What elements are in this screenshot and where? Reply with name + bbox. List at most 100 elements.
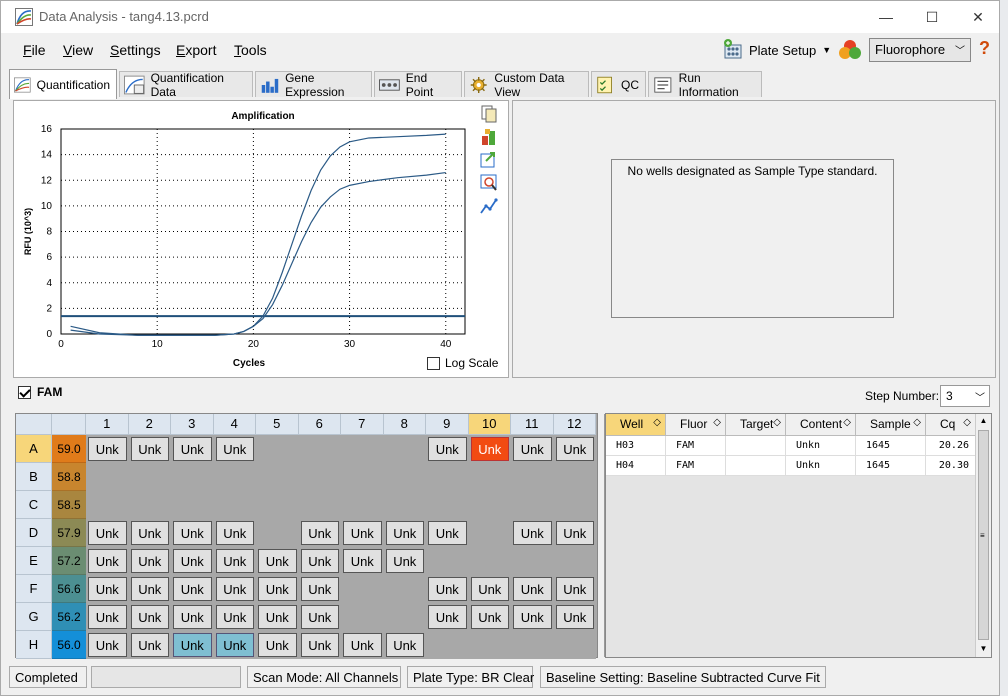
well-B9[interactable] <box>426 463 469 491</box>
well-G3[interactable]: Unk <box>171 603 214 631</box>
well-B4[interactable] <box>213 463 256 491</box>
well-H12[interactable] <box>553 631 596 659</box>
well-H4[interactable]: Unk <box>213 631 256 659</box>
well-E8[interactable]: Unk <box>383 547 426 575</box>
well-H6[interactable]: Unk <box>298 631 341 659</box>
well-G6[interactable]: Unk <box>298 603 341 631</box>
well-H9[interactable] <box>426 631 469 659</box>
menu-export[interactable]: Export <box>176 42 216 58</box>
well-D10[interactable] <box>468 519 511 547</box>
well-B7[interactable] <box>341 463 384 491</box>
zoom-chart-icon[interactable] <box>480 174 498 192</box>
well-C9[interactable] <box>426 491 469 519</box>
well-C3[interactable] <box>171 491 214 519</box>
well-G9[interactable]: Unk <box>426 603 469 631</box>
splitter[interactable] <box>599 414 605 657</box>
well-A7[interactable] <box>341 435 384 463</box>
well-F11[interactable]: Unk <box>511 575 554 603</box>
tab-run-information[interactable]: Run Information <box>648 71 762 99</box>
column-header-sample[interactable]: Sample ◇ <box>856 414 926 436</box>
well-F12[interactable]: Unk <box>553 575 596 603</box>
minimize-button[interactable]: — <box>863 5 909 29</box>
step-number-select[interactable]: 3 ﹀ <box>940 385 990 407</box>
column-header-1[interactable]: 1 <box>86 414 129 435</box>
well-A1[interactable]: Unk <box>86 435 129 463</box>
column-header-12[interactable]: 12 <box>553 414 596 435</box>
well-F2[interactable]: Unk <box>128 575 171 603</box>
tab-gene-expression[interactable]: Gene Expression <box>255 71 372 99</box>
column-header-9[interactable]: 9 <box>426 414 469 435</box>
well-C6[interactable] <box>298 491 341 519</box>
export-chart-icon[interactable] <box>480 151 498 169</box>
well-D1[interactable]: Unk <box>86 519 129 547</box>
well-F4[interactable]: Unk <box>213 575 256 603</box>
well-B6[interactable] <box>298 463 341 491</box>
well-C12[interactable] <box>553 491 596 519</box>
well-F9[interactable]: Unk <box>426 575 469 603</box>
well-G2[interactable]: Unk <box>128 603 171 631</box>
well-C4[interactable] <box>213 491 256 519</box>
well-C10[interactable] <box>468 491 511 519</box>
plate-corner[interactable] <box>16 414 52 435</box>
well-D3[interactable]: Unk <box>171 519 214 547</box>
well-B2[interactable] <box>128 463 171 491</box>
well-A3[interactable]: Unk <box>171 435 214 463</box>
well-G5[interactable]: Unk <box>256 603 299 631</box>
well-E7[interactable]: Unk <box>341 547 384 575</box>
fam-checkbox[interactable] <box>18 386 31 399</box>
well-D7[interactable]: Unk <box>341 519 384 547</box>
well-G8[interactable] <box>383 603 426 631</box>
well-A5[interactable] <box>256 435 299 463</box>
well-G7[interactable] <box>341 603 384 631</box>
well-H2[interactable]: Unk <box>128 631 171 659</box>
well-G1[interactable]: Unk <box>86 603 129 631</box>
chart-colors-icon[interactable] <box>480 128 498 146</box>
well-A6[interactable] <box>298 435 341 463</box>
well-H3[interactable]: Unk <box>171 631 214 659</box>
scroll-down-icon[interactable]: ▼ <box>978 644 989 654</box>
curve-icon[interactable] <box>480 197 498 215</box>
well-A11[interactable]: Unk <box>511 435 554 463</box>
well-A10[interactable]: Unk <box>468 435 511 463</box>
well-H10[interactable] <box>468 631 511 659</box>
well-C11[interactable] <box>511 491 554 519</box>
column-header-2[interactable]: 2 <box>128 414 171 435</box>
log-scale-checkbox[interactable] <box>427 356 440 370</box>
row-header-H[interactable]: H <box>16 631 52 659</box>
row-header-A[interactable]: A <box>16 435 52 463</box>
table-row[interactable]: H03 FAM Unkn 1645 20.26 <box>606 436 976 456</box>
column-header-5[interactable]: 5 <box>256 414 299 435</box>
well-C1[interactable] <box>86 491 129 519</box>
tab-custom-data-view[interactable]: Custom Data View <box>464 71 589 99</box>
column-header-cq[interactable]: Cq ◇ <box>926 414 976 436</box>
well-F1[interactable]: Unk <box>86 575 129 603</box>
well-E10[interactable] <box>468 547 511 575</box>
well-C2[interactable] <box>128 491 171 519</box>
well-A9[interactable]: Unk <box>426 435 469 463</box>
well-E12[interactable] <box>553 547 596 575</box>
well-G11[interactable]: Unk <box>511 603 554 631</box>
table-row[interactable]: H04 FAM Unkn 1645 20.30 <box>606 456 976 476</box>
amplification-chart[interactable]: Amplification 0 10 20 30 40 0 2 4 6 8 10 12 14 16 Cycle… <box>14 101 474 377</box>
well-F10[interactable]: Unk <box>468 575 511 603</box>
row-header-C[interactable]: C <box>16 491 52 519</box>
plate-setup-button[interactable]: Plate Setup ▼ <box>721 37 831 63</box>
well-C7[interactable] <box>341 491 384 519</box>
well-D11[interactable]: Unk <box>511 519 554 547</box>
well-D6[interactable]: Unk <box>298 519 341 547</box>
well-B1[interactable] <box>86 463 129 491</box>
column-header-6[interactable]: 6 <box>298 414 341 435</box>
column-header-well[interactable]: Well ◇ <box>606 414 666 436</box>
column-header-fluor[interactable]: Fluor ◇ <box>666 414 726 436</box>
column-header-content[interactable]: Content ◇ <box>786 414 856 436</box>
well-E3[interactable]: Unk <box>171 547 214 575</box>
well-B8[interactable] <box>383 463 426 491</box>
menu-view[interactable]: View <box>63 42 93 58</box>
well-D4[interactable]: Unk <box>213 519 256 547</box>
scroll-thumb[interactable]: ≡ <box>978 430 989 640</box>
row-header-E[interactable]: E <box>16 547 52 575</box>
menu-file[interactable]: File <box>23 42 46 58</box>
well-F6[interactable]: Unk <box>298 575 341 603</box>
well-H7[interactable]: Unk <box>341 631 384 659</box>
well-F3[interactable]: Unk <box>171 575 214 603</box>
